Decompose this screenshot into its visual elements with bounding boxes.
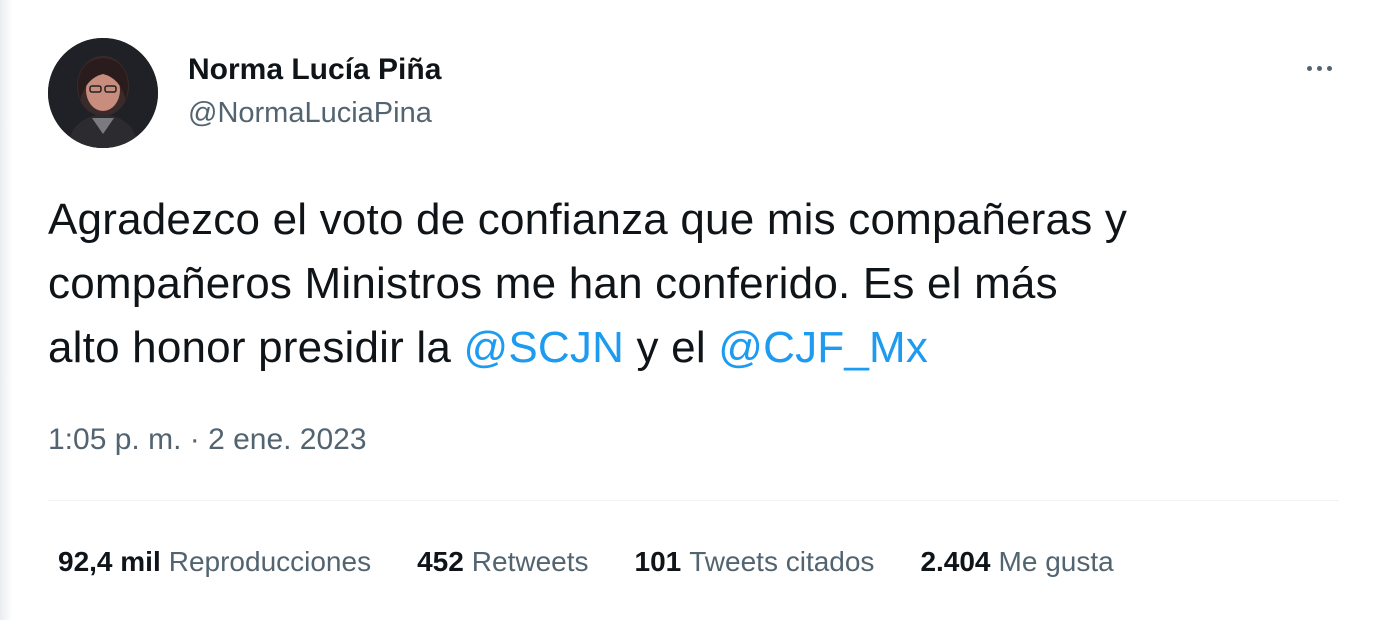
tweet-stats: 92,4 mil Reproducciones 452 Retweets 101 Tw… [58, 544, 1160, 580]
tweet-text: Agradezco el voto de confianza que mis c… [48, 188, 1348, 380]
stat-views-value: 92,4 mil [58, 546, 161, 577]
stat-likes[interactable]: 2.404 Me gusta [920, 544, 1113, 580]
stat-quote-tweets-value: 101 [634, 546, 682, 577]
stat-views-label: Reproducciones [168, 546, 372, 577]
left-edge [0, 0, 12, 620]
tweet-text-line-2: compañeros Ministros me han conferido. E… [48, 259, 1058, 308]
stat-retweets[interactable]: 452 Retweets [417, 544, 588, 580]
author-display-name[interactable]: Norma Lucía Piña [188, 52, 441, 88]
more-options-button[interactable] [1299, 52, 1339, 84]
mention-scjn-link[interactable]: @SCJN [464, 323, 625, 372]
author-handle[interactable]: @NormaLuciaPina [188, 96, 441, 130]
tweet-text-line-1: Agradezco el voto de confianza que mis c… [48, 195, 1128, 244]
tweet-text-line-3-middle: y el [636, 323, 706, 372]
tweet-text-line-3: alto honor presidir la @SCJN y el @CJF_M… [48, 316, 1348, 380]
stat-quote-tweets[interactable]: 101 Tweets citados [635, 544, 875, 580]
stat-retweets-label: Retweets [471, 546, 589, 577]
stat-retweets-value: 452 [417, 546, 464, 577]
stat-likes-label: Me gusta [998, 546, 1114, 577]
more-horizontal-icon [1304, 65, 1334, 71]
stat-likes-value: 2.404 [920, 546, 991, 577]
avatar[interactable] [48, 38, 158, 148]
author-info: Norma Lucía Piña @NormaLuciaPina [188, 52, 441, 130]
tweet-text-line-3-prefix: alto honor presidir la [48, 323, 452, 372]
stat-views[interactable]: 92,4 mil Reproducciones [58, 544, 371, 580]
tweet-timestamp[interactable]: 1:05 p. m. · 2 ene. 2023 [48, 420, 367, 460]
stat-quote-tweets-label: Tweets citados [689, 546, 875, 577]
mention-cjf-link[interactable]: @CJF_Mx [718, 323, 928, 372]
divider [48, 500, 1339, 501]
tweet-card: Norma Lucía Piña @NormaLuciaPina Agradez… [0, 0, 1379, 620]
